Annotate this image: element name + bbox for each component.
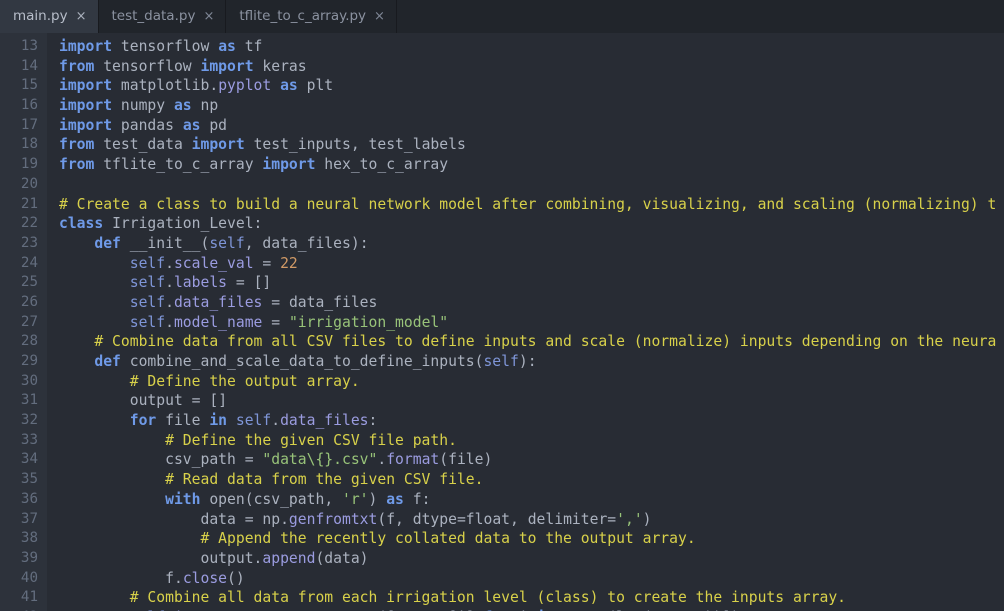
line-number: 29 — [0, 352, 47, 372]
line-number: 17 — [0, 116, 47, 136]
code-line[interactable]: 16import numpy as np — [0, 96, 1004, 116]
line-text[interactable]: self.scale_val = 22 — [47, 254, 298, 274]
tab-main-py[interactable]: main.py × — [0, 0, 99, 33]
line-text[interactable]: output = [] — [47, 391, 227, 411]
line-text[interactable]: with open(csv_path, 'r') as f: — [47, 490, 430, 510]
line-number: 14 — [0, 57, 47, 77]
code-line[interactable]: 27 self.model_name = "irrigation_model" — [0, 313, 1004, 333]
code-line[interactable]: 17import pandas as pd — [0, 116, 1004, 136]
line-number: 24 — [0, 254, 47, 274]
line-number: 37 — [0, 510, 47, 530]
line-text[interactable]: self.labels = [] — [47, 273, 271, 293]
line-number: 18 — [0, 135, 47, 155]
line-number: 21 — [0, 195, 47, 215]
line-text[interactable]: import matplotlib.pyplot as plt — [47, 76, 333, 96]
line-number: 39 — [0, 549, 47, 569]
code-line[interactable]: 22class Irrigation_Level: — [0, 214, 1004, 234]
code-line[interactable]: 25 self.labels = [] — [0, 273, 1004, 293]
line-text[interactable]: # Define the output array. — [47, 372, 360, 392]
line-number: 22 — [0, 214, 47, 234]
code-line[interactable]: 38 # Append the recently collated data t… — [0, 529, 1004, 549]
code-line[interactable]: 21# Create a class to build a neural net… — [0, 195, 1004, 215]
line-text[interactable]: def combine_and_scale_data_to_define_inp… — [47, 352, 537, 372]
line-text[interactable]: class Irrigation_Level: — [47, 214, 262, 234]
line-text[interactable]: # Combine all data from each irrigation … — [47, 588, 846, 608]
code-editor[interactable]: 13import tensorflow as tf14from tensorfl… — [0, 33, 1004, 611]
close-icon[interactable]: × — [76, 10, 87, 23]
line-number: 25 — [0, 273, 47, 293]
tab-test-data-py[interactable]: test_data.py × — [99, 0, 227, 33]
editor-tab-bar: main.py × test_data.py × tflite_to_c_arr… — [0, 0, 1004, 33]
line-number: 36 — [0, 490, 47, 510]
code-line[interactable]: 19from tflite_to_c_array import hex_to_c… — [0, 155, 1004, 175]
line-number: 40 — [0, 569, 47, 589]
line-text[interactable]: for file in self.data_files: — [47, 411, 377, 431]
close-icon[interactable]: × — [203, 10, 214, 23]
code-line[interactable]: 13import tensorflow as tf — [0, 37, 1004, 57]
line-number: 33 — [0, 431, 47, 451]
code-line[interactable]: 24 self.scale_val = 22 — [0, 254, 1004, 274]
code-line[interactable]: 35 # Read data from the given CSV file. — [0, 470, 1004, 490]
code-line[interactable]: 30 # Define the output array. — [0, 372, 1004, 392]
code-line[interactable]: 40 f.close() — [0, 569, 1004, 589]
code-content[interactable]: 13import tensorflow as tf14from tensorfl… — [0, 33, 1004, 611]
code-line[interactable]: 34 csv_path = "data\{}.csv".format(file) — [0, 450, 1004, 470]
line-text[interactable]: import pandas as pd — [47, 116, 227, 136]
tab-label: test_data.py — [112, 0, 196, 33]
line-number: 31 — [0, 391, 47, 411]
line-number: 38 — [0, 529, 47, 549]
line-text[interactable]: csv_path = "data\{}.csv".format(file) — [47, 450, 492, 470]
code-line[interactable]: 32 for file in self.data_files: — [0, 411, 1004, 431]
tab-label: tflite_to_c_array.py — [239, 0, 366, 33]
code-line[interactable]: 23 def __init__(self, data_files): — [0, 234, 1004, 254]
line-number: 16 — [0, 96, 47, 116]
line-number: 23 — [0, 234, 47, 254]
code-line[interactable]: 14from tensorflow import keras — [0, 57, 1004, 77]
code-line[interactable]: 15import matplotlib.pyplot as plt — [0, 76, 1004, 96]
line-text[interactable]: # Create a class to build a neural netwo… — [47, 195, 996, 215]
code-line[interactable]: 29 def combine_and_scale_data_to_define_… — [0, 352, 1004, 372]
code-line[interactable]: 20 — [0, 175, 1004, 195]
line-number: 27 — [0, 313, 47, 333]
code-line[interactable]: 31 output = [] — [0, 391, 1004, 411]
close-icon[interactable]: × — [374, 10, 385, 23]
line-number: 32 — [0, 411, 47, 431]
line-text[interactable]: from test_data import test_inputs, test_… — [47, 135, 466, 155]
line-text[interactable]: def __init__(self, data_files): — [47, 234, 369, 254]
line-text[interactable]: from tflite_to_c_array import hex_to_c_a… — [47, 155, 448, 175]
code-line[interactable]: 28 # Combine data from all CSV files to … — [0, 332, 1004, 352]
code-line[interactable]: 41 # Combine all data from each irrigati… — [0, 588, 1004, 608]
line-number: 34 — [0, 450, 47, 470]
line-text[interactable]: import numpy as np — [47, 96, 218, 116]
line-text[interactable]: # Read data from the given CSV file. — [47, 470, 483, 490]
line-text[interactable]: # Define the given CSV file path. — [47, 431, 457, 451]
code-line[interactable]: 37 data = np.genfromtxt(f, dtype=float, … — [0, 510, 1004, 530]
line-text[interactable]: # Append the recently collated data to t… — [47, 529, 696, 549]
line-number: 26 — [0, 293, 47, 313]
line-text[interactable]: # Combine data from all CSV files to def… — [47, 332, 996, 352]
line-number: 35 — [0, 470, 47, 490]
tab-tflite-to-c-array-py[interactable]: tflite_to_c_array.py × — [226, 0, 397, 33]
line-number: 28 — [0, 332, 47, 352]
code-line[interactable]: 33 # Define the given CSV file path. — [0, 431, 1004, 451]
line-number: 41 — [0, 588, 47, 608]
code-line[interactable]: 39 output.append(data) — [0, 549, 1004, 569]
line-text[interactable]: f.close() — [47, 569, 245, 589]
line-number: 20 — [0, 175, 47, 195]
line-text[interactable]: data = np.genfromtxt(f, dtype=float, del… — [47, 510, 652, 530]
code-line[interactable]: 18from test_data import test_inputs, tes… — [0, 135, 1004, 155]
line-text[interactable]: output.append(data) — [47, 549, 369, 569]
line-text[interactable]: self.data_files = data_files — [47, 293, 377, 313]
line-number: 13 — [0, 37, 47, 57]
line-number: 30 — [0, 372, 47, 392]
code-line[interactable]: 36 with open(csv_path, 'r') as f: — [0, 490, 1004, 510]
tab-label: main.py — [13, 0, 68, 33]
line-text[interactable]: self.model_name = "irrigation_model" — [47, 313, 448, 333]
line-number: 19 — [0, 155, 47, 175]
code-line[interactable]: 26 self.data_files = data_files — [0, 293, 1004, 313]
line-number: 15 — [0, 76, 47, 96]
line-text[interactable]: import tensorflow as tf — [47, 37, 262, 57]
line-text[interactable]: from tensorflow import keras — [47, 57, 307, 77]
